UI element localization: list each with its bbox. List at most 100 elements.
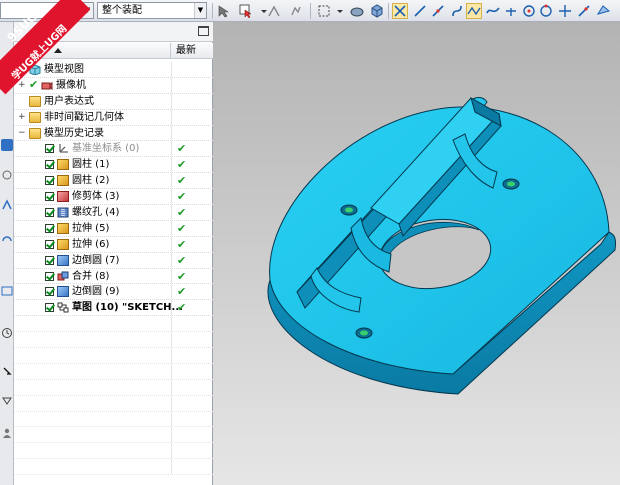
snap-midpoint-icon[interactable] [430, 3, 446, 19]
visibility-checkbox[interactable] [45, 176, 54, 186]
tree-row-feature[interactable]: 修剪体 (3) ✔ [14, 189, 213, 206]
empty-row [14, 411, 213, 428]
tree-row-user-expressions[interactable]: 用户表达式 [14, 93, 213, 110]
chevron-down-icon: ▼ [81, 3, 93, 18]
shaded-view-icon[interactable] [349, 3, 365, 19]
assembly-scope-dropdown[interactable]: 整个装配 ▼ [97, 2, 207, 19]
snap-quadrant-icon[interactable] [538, 3, 554, 19]
rectangle-select-icon[interactable] [316, 3, 332, 19]
model-views-icon [29, 64, 41, 75]
datum-csys-icon [59, 144, 68, 154]
chevron-down-icon[interactable] [332, 3, 348, 19]
expand-icon[interactable]: + [18, 112, 26, 122]
tree-row-feature[interactable]: 圆柱 (1) ✔ [14, 157, 213, 174]
expand-icon[interactable]: + [18, 80, 26, 90]
system-materials-tab-icon[interactable] [1, 365, 13, 377]
top-toolbar: ▼ 整个装配 ▼ [0, 0, 620, 22]
visibility-checkbox[interactable] [45, 144, 54, 154]
empty-row [14, 332, 213, 349]
tree-row-feature[interactable]: 草图 (10) "SKETCH... ✔ [14, 300, 213, 317]
tree-row-label: 边倒圆 (7) [72, 254, 120, 266]
snap-line-icon[interactable] [412, 3, 428, 19]
check-mark-icon: ✔ [177, 269, 187, 283]
tree-row-feature[interactable]: 拉伸 (6) ✔ [14, 236, 213, 253]
snap-control-point-icon[interactable] [466, 3, 482, 19]
snap-endpoint-icon[interactable] [392, 3, 408, 19]
tree-row-feature[interactable]: 边倒圆 (7) ✔ [14, 252, 213, 269]
column-header-latest[interactable]: 最新 [176, 44, 196, 58]
snap-curve-icon[interactable] [449, 3, 465, 19]
tree-row-label: 草图 (10) "SKETCH... [72, 302, 183, 314]
drag-point-icon[interactable] [288, 3, 304, 19]
tree-row-model-views[interactable]: + 模型视图 [14, 62, 213, 78]
tree-row-model-history[interactable]: − 模型历史记录 [14, 125, 213, 142]
tree-row-feature[interactable]: 螺纹孔 (4) ✔ [14, 205, 213, 221]
sketch-icon [57, 302, 69, 313]
assembly-navigator-tab-icon[interactable] [1, 139, 13, 151]
thread-marker [345, 207, 353, 213]
process-studio-tab-icon[interactable] [1, 394, 13, 406]
roles-tab-icon[interactable] [1, 427, 13, 439]
tree-row-unused-geometry[interactable]: + 非时间戳记几何体 [14, 109, 213, 126]
select-feature-icon[interactable] [238, 3, 254, 19]
extrude-icon [57, 238, 69, 250]
tree-row-feature[interactable]: 合并 (8) ✔ [14, 268, 213, 285]
constraint-navigator-tab-icon[interactable] [1, 169, 13, 181]
maximize-icon[interactable] [198, 26, 209, 36]
visibility-checkbox[interactable] [45, 192, 54, 202]
trim-body-icon [57, 191, 69, 203]
nx-application: ▼ 整个装配 ▼ 最新 + 模型视图 + ✔ 摄像机 用户表达式 + 非时间戳记… [0, 0, 620, 485]
visibility-checkbox[interactable] [45, 239, 54, 249]
tree-row-label: 圆柱 (1) [72, 159, 110, 171]
sort-ascending-icon [54, 48, 62, 53]
snap-point-icon[interactable] [266, 3, 282, 19]
folder-icon [29, 111, 41, 123]
empty-row [14, 459, 213, 476]
reuse-library-tab-icon[interactable] [1, 235, 13, 247]
collapse-icon[interactable]: − [18, 128, 26, 138]
edge-blend-icon [57, 254, 69, 266]
column-header-name[interactable] [14, 43, 171, 59]
tree-row-label: 模型历史记录 [44, 127, 104, 139]
visibility-checkbox[interactable] [45, 160, 54, 170]
solid-body-icon[interactable] [369, 3, 385, 19]
tree-row-feature[interactable]: 基准坐标系 (0) ✔ [14, 141, 213, 158]
resource-bar [0, 22, 14, 485]
check-mark-icon: ✔ [177, 253, 187, 267]
visibility-checkbox[interactable] [45, 271, 54, 281]
navigator-title-bar [14, 22, 213, 42]
part-navigator-tab-icon[interactable] [1, 199, 13, 211]
camera-icon [41, 81, 53, 91]
part-model[interactable] [213, 22, 620, 485]
snap-point-on-curve-icon[interactable] [576, 3, 592, 19]
visibility-checkbox[interactable] [45, 287, 54, 297]
snap-point-on-face-icon[interactable] [595, 3, 611, 19]
check-mark-icon: ✔ [177, 301, 187, 315]
visibility-checkbox[interactable] [45, 208, 54, 218]
tree-row-feature[interactable]: 边倒圆 (9) ✔ [14, 284, 213, 301]
empty-row [14, 348, 213, 364]
expand-icon[interactable]: + [18, 65, 26, 74]
visibility-checkbox[interactable] [45, 303, 54, 313]
tree-row-feature[interactable]: 圆柱 (2) ✔ [14, 173, 213, 190]
toolbar-separator [212, 3, 213, 19]
tree-row-feature[interactable]: 拉伸 (5) ✔ [14, 220, 213, 237]
snap-existing-point-icon[interactable] [557, 3, 573, 19]
web-browser-tab-icon[interactable] [1, 285, 13, 297]
visibility-checkbox[interactable] [45, 255, 54, 265]
snap-spline-icon[interactable] [485, 3, 501, 19]
folder-open-icon [29, 127, 41, 139]
check-mark-icon: ✔ [177, 285, 187, 299]
graphics-window[interactable] [213, 22, 620, 485]
snap-arc-center-icon[interactable] [521, 3, 537, 19]
tree-row-label: 摄像机 [56, 79, 86, 91]
empty-row [14, 379, 213, 396]
toolbar-separator [388, 3, 389, 19]
general-select-icon[interactable] [216, 3, 232, 19]
history-tab-icon[interactable] [1, 327, 13, 339]
selection-filter-dropdown[interactable]: ▼ [0, 2, 94, 19]
snap-intersection-icon[interactable] [503, 3, 519, 19]
tree-row-cameras[interactable]: + ✔ 摄像机 [14, 77, 213, 94]
cylinder-icon [57, 175, 69, 187]
visibility-checkbox[interactable] [45, 223, 54, 233]
